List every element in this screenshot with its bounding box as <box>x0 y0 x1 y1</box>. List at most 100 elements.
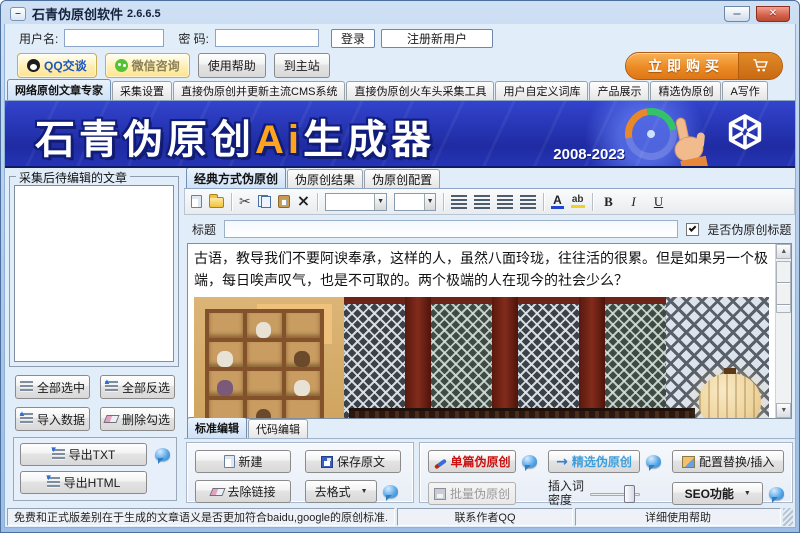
main-site-button[interactable]: 到主站 <box>274 53 330 78</box>
shelf-cell <box>209 342 244 367</box>
tab-cms-update[interactable]: 直接伪原创并更新主流CMS系统 <box>173 81 345 100</box>
close-button[interactable] <box>756 6 790 22</box>
paste-icon[interactable] <box>278 195 290 208</box>
remove-links-button[interactable]: 去除链接 <box>195 480 291 503</box>
config-replace-button[interactable]: 配置替换/插入 <box>672 450 784 473</box>
delete-icon[interactable] <box>297 193 310 211</box>
align-right-icon[interactable] <box>497 195 513 209</box>
article-title-input[interactable] <box>224 220 678 238</box>
tab-a-writing[interactable]: A写作 <box>722 81 767 100</box>
pending-articles-list[interactable] <box>14 185 174 362</box>
shelf-cell <box>209 313 244 338</box>
align-justify-icon[interactable] <box>520 195 536 209</box>
register-button[interactable]: 注册新用户 <box>381 29 493 48</box>
qq-chat-button[interactable]: QQ交谈 <box>17 53 97 78</box>
buy-now-label: 立即购买 <box>626 56 738 76</box>
export-txt-button[interactable]: 导出TXT <box>20 443 147 466</box>
help-bubble-icon[interactable] <box>383 485 398 498</box>
buy-now-button[interactable]: 立即购买 <box>625 52 783 80</box>
tab-locomotive-tool[interactable]: 直接伪原创火车头采集工具 <box>346 81 494 100</box>
tab-network-original-expert[interactable]: 网络原创文章专家 <box>7 79 111 100</box>
help-bubble-icon[interactable] <box>522 455 537 468</box>
article-image <box>194 297 769 418</box>
chevron-down-icon[interactable] <box>424 194 435 210</box>
seo-functions-button[interactable]: SEO功能 <box>672 482 763 505</box>
scrollbar-thumb[interactable] <box>776 261 791 313</box>
article-editor[interactable]: 古语，教导我们不要阿谀奉承，这样的人，虽然八面玲珑，往往活的很累。但是如果另一个… <box>187 243 792 419</box>
titlebar: 石青伪原创软件 2.6.6.5 <box>4 1 796 24</box>
pseudo-title-checkbox[interactable] <box>686 223 699 236</box>
remove-links-label: 去除链接 <box>228 483 276 500</box>
tab-collect-settings[interactable]: 采集设置 <box>112 81 172 100</box>
batch-pseudo-button[interactable]: 批量伪原创 <box>428 482 516 505</box>
export-html-button[interactable]: 导出HTML <box>20 471 147 494</box>
density-slider[interactable] <box>590 484 640 504</box>
slider-handle[interactable] <box>624 485 635 503</box>
invert-selection-button[interactable]: 全部反选 <box>100 375 175 399</box>
window-pillar <box>405 297 431 418</box>
bold-button[interactable]: B <box>600 194 618 210</box>
banner-title-ai: Ai <box>255 118 303 162</box>
help-bubble-icon[interactable] <box>769 487 784 500</box>
pen-icon <box>434 458 447 469</box>
resize-grip[interactable] <box>783 508 793 526</box>
tab-featured-pseudo[interactable]: 精选伪原创 <box>650 81 721 100</box>
password-label: 密 码: <box>178 30 209 47</box>
help-bubble-icon[interactable] <box>646 455 661 468</box>
eraser-icon <box>103 415 119 423</box>
copy-icon[interactable] <box>258 195 271 208</box>
scrollbar-track[interactable] <box>776 259 791 403</box>
single-pseudo-button[interactable]: 单篇伪原创 <box>428 450 516 473</box>
tab-classic-pseudo[interactable]: 经典方式伪原创 <box>186 167 286 188</box>
highlight-color-icon[interactable]: ab <box>571 195 585 208</box>
cut-icon[interactable] <box>239 193 251 211</box>
font-color-icon[interactable]: A <box>551 195 564 209</box>
tab-product-display[interactable]: 产品展示 <box>589 81 649 100</box>
arrow-right-icon <box>556 455 568 469</box>
underline-button[interactable]: U <box>650 194 668 210</box>
import-data-button[interactable]: 导入数据 <box>15 407 90 431</box>
tab-custom-dictionary[interactable]: 用户自定义词库 <box>495 81 588 100</box>
tab-standard-edit[interactable]: 标准编辑 <box>187 417 247 438</box>
help-button[interactable]: 使用帮助 <box>198 53 266 78</box>
chevron-down-icon[interactable] <box>374 194 386 210</box>
save-original-button[interactable]: 保存原文 <box>305 450 401 473</box>
username-input[interactable] <box>64 29 164 47</box>
minimize-button[interactable] <box>724 6 750 22</box>
remove-format-button[interactable]: 去格式 <box>305 480 377 503</box>
new-file-icon[interactable] <box>191 195 202 208</box>
select-all-button[interactable]: 全部选中 <box>15 375 90 399</box>
italic-button[interactable]: I <box>625 194 643 210</box>
tab-pseudo-config[interactable]: 伪原创配置 <box>364 169 440 188</box>
scroll-up-icon[interactable] <box>776 244 791 259</box>
delete-checked-button[interactable]: 删除勾选 <box>100 407 175 431</box>
save-icon <box>321 456 333 468</box>
export-txt-row: 导出TXT <box>20 443 170 466</box>
wechat-button[interactable]: 微信咨询 <box>105 53 190 78</box>
contact-author-qq[interactable]: 联系作者QQ <box>397 508 573 526</box>
wechat-label: 微信咨询 <box>132 57 180 74</box>
detailed-help[interactable]: 详细使用帮助 <box>575 508 781 526</box>
editor-scrollbar[interactable] <box>775 244 791 418</box>
density-cell: 插入词 密度 <box>548 480 640 508</box>
font-size-combo[interactable] <box>394 193 436 211</box>
scroll-down-icon[interactable] <box>776 403 791 418</box>
app-body: 用户名: 密 码: 登录 注册新用户 QQ交谈 微信咨询 使用帮助 到主站 立即… <box>4 24 796 528</box>
editor-content[interactable]: 古语，教导我们不要阿谀奉承，这样的人，虽然八面玲珑，往往活的很累。但是如果另一个… <box>188 244 775 418</box>
import-data-icon <box>20 413 33 425</box>
title-row: 标题 是否伪原创标题 <box>184 215 795 240</box>
font-family-combo[interactable] <box>325 193 387 211</box>
password-input[interactable] <box>215 29 319 47</box>
window-menu-icon[interactable] <box>10 7 26 21</box>
new-document-button[interactable]: 新建 <box>195 450 291 473</box>
tab-pseudo-result[interactable]: 伪原创结果 <box>287 169 363 188</box>
align-left-icon[interactable] <box>451 195 467 209</box>
tab-code-edit[interactable]: 代码编辑 <box>248 419 308 438</box>
align-center-icon[interactable] <box>474 195 490 209</box>
help-bubble-icon[interactable] <box>155 448 170 461</box>
pseudo-actions-group: 单篇伪原创 精选伪原创 配置替换/插入 <box>419 442 793 503</box>
open-folder-icon[interactable] <box>209 197 224 208</box>
window-version: 2.6.6.5 <box>127 8 161 20</box>
featured-pseudo-button[interactable]: 精选伪原创 <box>548 450 640 473</box>
login-button[interactable]: 登录 <box>331 29 375 48</box>
